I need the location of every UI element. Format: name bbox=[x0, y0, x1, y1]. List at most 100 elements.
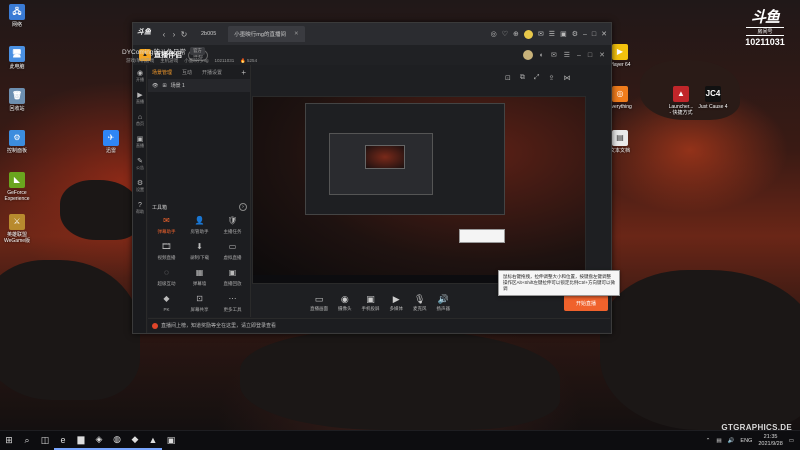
chevron-up-icon[interactable]: ⌃ bbox=[706, 438, 711, 444]
desktop-shortcut[interactable]: ✈ 迅雷 bbox=[94, 130, 128, 154]
close-tab-icon[interactable]: ✕ bbox=[294, 31, 299, 37]
refresh-button[interactable]: ↻ bbox=[179, 30, 189, 39]
tool-button[interactable]: ◌ 超级互动 bbox=[150, 267, 183, 287]
browser-tab[interactable]: 2b005 bbox=[195, 26, 222, 42]
tab-settings[interactable]: 开播设置 bbox=[202, 69, 222, 76]
douyu-icon[interactable]: ◈ bbox=[90, 432, 108, 450]
rail-item[interactable]: ? 帮助 bbox=[133, 197, 147, 219]
tool-button[interactable]: ⋯ 更多工具 bbox=[216, 293, 249, 313]
desktop-shortcut[interactable]: ◣ GeForce Experience bbox=[0, 172, 34, 202]
tool-button[interactable]: ✉ 弹幕助手 bbox=[150, 215, 183, 235]
menu-icon[interactable]: ☰ bbox=[564, 51, 570, 59]
user-icon[interactable]: ◎ bbox=[491, 30, 497, 38]
rail-item[interactable]: ✎ 公告 bbox=[133, 153, 147, 175]
avatar[interactable] bbox=[523, 29, 533, 39]
stream-title-text[interactable]: DYComing的斗鱼日常 bbox=[122, 46, 186, 56]
export-icon[interactable]: ⇪ bbox=[548, 74, 554, 82]
douyu-watermark: 斗鱼 房间号 10211031 bbox=[738, 10, 792, 48]
user-avatar[interactable] bbox=[522, 50, 533, 60]
clock[interactable]: 21:35 2021/9/28 bbox=[758, 434, 782, 448]
companion-icon[interactable]: ▲ bbox=[144, 432, 162, 450]
desktop-shortcut[interactable]: 🖥 此电脑 bbox=[0, 46, 34, 70]
task-view-icon[interactable]: ◫ bbox=[36, 432, 54, 450]
favorite-icon[interactable]: ♡ bbox=[502, 30, 508, 38]
tab-scenes[interactable]: 场景管理 bbox=[152, 69, 172, 76]
stream-preview[interactable] bbox=[252, 96, 586, 284]
notification-icon[interactable]: ✉ bbox=[551, 51, 557, 59]
tool-button[interactable]: 🎞 视频直播 bbox=[150, 241, 183, 261]
list-icon[interactable]: ☰ bbox=[549, 30, 555, 38]
tab-interact[interactable]: 互动 bbox=[182, 69, 192, 76]
back-button[interactable]: ‹ bbox=[159, 30, 169, 39]
tool-label: 弹幕助手 bbox=[157, 229, 176, 234]
desktop-shortcut[interactable]: 🗑 回收站 bbox=[0, 88, 34, 112]
lock-icon[interactable]: ⊡ bbox=[505, 74, 511, 82]
rail-item[interactable]: ⌂ 首页 bbox=[133, 109, 147, 131]
language-indicator[interactable]: ENG bbox=[740, 438, 752, 444]
add-icon[interactable]: ⊕ bbox=[513, 30, 519, 38]
eye-icon[interactable]: 👁 bbox=[152, 83, 158, 89]
tool-button[interactable]: ▭ 虚拟直播 bbox=[216, 241, 249, 261]
source-button[interactable]: 🔊 扬声器 bbox=[437, 294, 451, 312]
desktop-shortcut[interactable]: JC4 Just Cause 4 bbox=[696, 86, 730, 110]
minimize-icon[interactable]: – bbox=[583, 31, 587, 38]
skin-icon[interactable]: ◐ bbox=[540, 52, 544, 59]
browser-tab-active[interactable]: 小墨映行mg的直播间 ✕ bbox=[228, 26, 305, 42]
tool-button[interactable]: ▦ 弹幕墙 bbox=[183, 267, 216, 287]
browser-logo: 斗鱼 bbox=[137, 29, 151, 36]
terminal-icon[interactable]: ▣ bbox=[162, 432, 180, 450]
unity-icon[interactable]: ◆ bbox=[126, 432, 144, 450]
desktop-shortcut[interactable]: 🖧 网络 bbox=[0, 4, 34, 28]
source-button[interactable]: ◉ 摄像头 bbox=[338, 294, 352, 312]
scene-item[interactable]: 👁 ⊞ 场景 1 bbox=[148, 79, 250, 92]
desktop-shortcut[interactable]: ▲ Launcher... - 快捷方式 bbox=[664, 86, 698, 116]
search-icon[interactable]: ⌕ bbox=[18, 432, 36, 450]
tool-icon: ⊡ bbox=[196, 294, 203, 303]
rail-item[interactable]: ⚙ 设置 bbox=[133, 175, 147, 197]
network-tray-icon[interactable]: ▤ bbox=[716, 438, 721, 444]
tool-label: 房管助手 bbox=[190, 229, 209, 234]
volume-icon[interactable]: 🔊 bbox=[728, 438, 735, 444]
maximize-icon[interactable]: □ bbox=[588, 52, 592, 59]
folder-icon[interactable]: ▆ bbox=[72, 432, 90, 450]
windows-taskbar: ⊞ ⌕ ◫ e ▆ ◈ ◍ ◆ ▲ ▣ ⌃ ▤ 🔊 ENG 21:35 2021/9/28 ▭ bbox=[0, 430, 800, 450]
tool-button[interactable]: ⊡ 屏幕共享 bbox=[183, 293, 216, 313]
rail-item[interactable]: ◉ 开播 bbox=[133, 65, 147, 87]
source-button[interactable]: ▭ 直播画面 bbox=[310, 294, 328, 312]
source-button[interactable]: ▶ 多媒体 bbox=[390, 294, 404, 312]
panel-tabs: 场景管理 互动 开播设置 + bbox=[148, 65, 250, 79]
source-button[interactable]: 🎙 麦克风 bbox=[413, 294, 427, 312]
steam-icon[interactable]: ◍ bbox=[108, 432, 126, 450]
close-icon[interactable]: ✕ bbox=[601, 30, 607, 38]
copy-icon[interactable]: ⧉ bbox=[520, 74, 525, 82]
edge-icon[interactable]: e bbox=[54, 432, 72, 450]
tool-button[interactable]: 👤 房管助手 bbox=[183, 215, 216, 235]
forward-button[interactable]: › bbox=[169, 30, 179, 39]
network-icon: 🖧 bbox=[9, 4, 25, 20]
rail-item[interactable]: ▶ 直播 bbox=[133, 87, 147, 109]
add-scene-icon[interactable]: + bbox=[241, 68, 246, 77]
notification-center-icon[interactable]: ▭ bbox=[789, 438, 794, 444]
tool-button[interactable]: ⬇ 录制/下载 bbox=[183, 241, 216, 261]
scene-label: 场景 1 bbox=[170, 83, 185, 89]
settings-icon[interactable]: ⚙ bbox=[572, 30, 578, 38]
mail-icon[interactable]: ✉ bbox=[538, 30, 544, 38]
tool-button[interactable]: 🛡 主播任务 bbox=[216, 215, 249, 235]
tool-button[interactable]: ▣ 直播回放 bbox=[216, 267, 249, 287]
close-icon[interactable]: ✕ bbox=[599, 51, 605, 59]
start-live-button[interactable]: 开始直播 bbox=[564, 295, 608, 311]
tab-label: 2b005 bbox=[201, 31, 217, 37]
start-button[interactable]: ⊞ bbox=[0, 432, 18, 450]
desktop-shortcut[interactable]: ⚙ 控制面板 bbox=[0, 130, 34, 154]
chevron-icon[interactable]: › bbox=[239, 203, 247, 211]
desktop-shortcut[interactable]: ⚔ 英雄联盟 WeGame版 bbox=[0, 214, 34, 244]
tool-button[interactable]: ◆ PK bbox=[150, 293, 183, 313]
gift-icon[interactable]: ▣ bbox=[560, 30, 567, 38]
maximize-icon[interactable]: □ bbox=[592, 31, 596, 38]
rail-item[interactable]: ▣ 直播 bbox=[133, 131, 147, 153]
fullscreen-icon[interactable]: ⤢ bbox=[534, 74, 540, 82]
share-icon[interactable]: ⋈ bbox=[563, 74, 570, 82]
minimize-icon[interactable]: – bbox=[577, 52, 581, 59]
source-button[interactable]: ▣ 手机投屏 bbox=[362, 294, 380, 312]
notice-bar[interactable]: 直播间上榜，知道奖励等全在这里，请立即登录查看 bbox=[148, 318, 610, 332]
